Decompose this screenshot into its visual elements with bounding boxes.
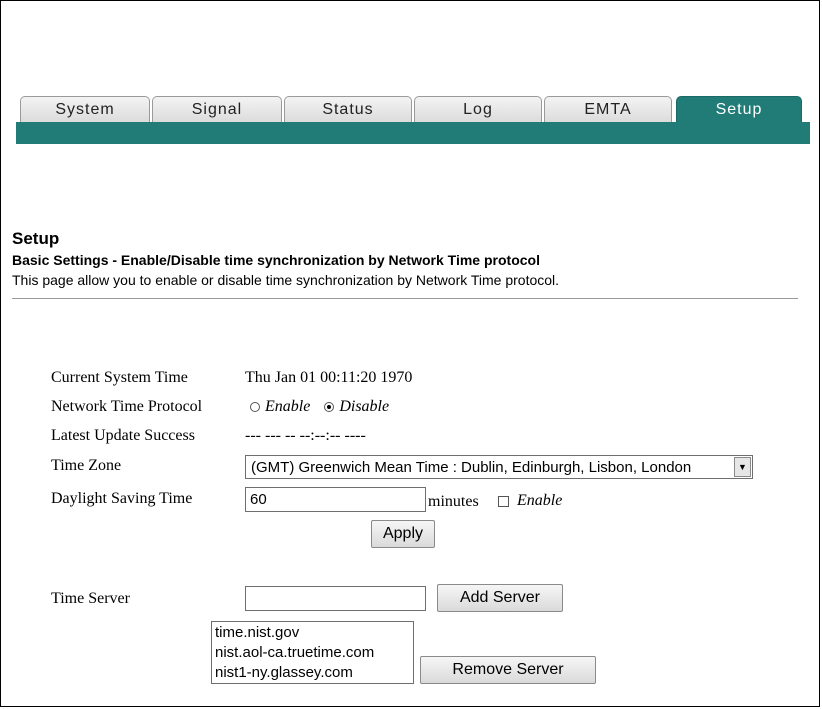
page-title: Setup — [12, 229, 60, 248]
ntp-disable-label: Disable — [339, 398, 390, 415]
add-server-button[interactable]: Add Server — [437, 584, 563, 612]
ntp-disable-radio[interactable]: Disable — [324, 398, 389, 416]
radio-checked-icon[interactable] — [324, 402, 335, 412]
list-item[interactable]: nist.aol-ca.truetime.com — [215, 643, 410, 663]
time-server-label: Time Server — [51, 590, 130, 607]
tab-signal[interactable]: Signal — [152, 96, 282, 122]
current-time-value: Thu Jan 01 00:11:20 1970 — [245, 369, 413, 386]
latest-update-label: Latest Update Success — [51, 427, 195, 444]
divider — [12, 298, 798, 299]
tab-system[interactable]: System — [20, 96, 150, 122]
list-item[interactable]: time.nist.gov — [215, 623, 410, 643]
ntp-enable-radio[interactable]: Enable — [250, 398, 310, 416]
ntp-label: Network Time Protocol — [51, 398, 203, 415]
tab-underline-bar — [16, 122, 810, 144]
apply-button[interactable]: Apply — [371, 520, 435, 548]
tab-setup[interactable]: Setup — [676, 96, 802, 122]
dst-enable-label: Enable — [517, 492, 563, 509]
latest-update-value: --- --- -- --:--:-- ---- — [245, 427, 366, 444]
list-item[interactable]: nist1-ny.glassey.com — [215, 663, 410, 683]
tab-emta[interactable]: EMTA — [544, 96, 672, 122]
timezone-label: Time Zone — [51, 457, 122, 474]
radio-unchecked-icon[interactable] — [250, 402, 260, 412]
current-time-label: Current System Time — [51, 369, 188, 386]
time-server-input[interactable] — [245, 586, 426, 611]
ntp-enable-label: Enable — [265, 398, 311, 415]
remove-server-button[interactable]: Remove Server — [420, 656, 596, 684]
dst-minutes-input[interactable] — [245, 487, 426, 512]
time-server-list[interactable]: time.nist.gov nist.aol-ca.truetime.com n… — [211, 621, 414, 684]
page-subtitle: Basic Settings - Enable/Disable time syn… — [12, 252, 540, 268]
timezone-select[interactable]: (GMT) Greenwich Mean Time : Dublin, Edin… — [245, 455, 753, 479]
dst-label: Daylight Saving Time — [51, 490, 193, 507]
tab-status[interactable]: Status — [284, 96, 412, 122]
dst-unit-label: minutes — [428, 493, 479, 510]
ntp-radio-group: Enable Disable — [250, 397, 389, 417]
timezone-selected-value: (GMT) Greenwich Mean Time : Dublin, Edin… — [251, 458, 692, 476]
chevron-down-icon[interactable]: ▼ — [734, 457, 751, 477]
page-description: This page allow you to enable or disable… — [12, 272, 560, 288]
tab-log[interactable]: Log — [414, 96, 542, 122]
dst-enable-checkbox[interactable] — [498, 496, 509, 507]
